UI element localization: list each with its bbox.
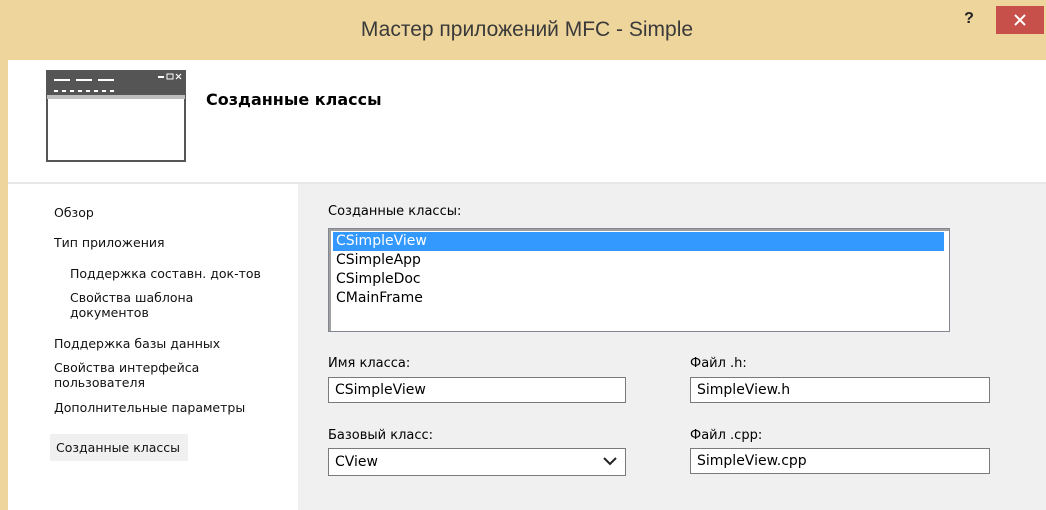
list-item-csimpleview[interactable]: CSimpleView	[333, 232, 944, 251]
window-title: Мастер приложений MFC - Simple	[360, 18, 694, 41]
list-item-csimpledoc[interactable]: CSimpleDoc	[333, 270, 421, 289]
help-button[interactable]: ?	[958, 8, 980, 30]
nav-item-doc-template-properties[interactable]: Свойства шаблона документов	[70, 290, 240, 320]
base-class-label: Базовый класс:	[328, 428, 434, 443]
page-header: Созданные классы	[8, 60, 1046, 182]
sidebar-divider	[298, 184, 306, 510]
nav-item-compound-doc-support[interactable]: Поддержка составн. док-тов	[70, 266, 261, 281]
nav-item-generated-classes[interactable]: Созданные классы	[50, 434, 189, 461]
close-icon	[1014, 14, 1026, 26]
generated-classes-list[interactable]: CSimpleView CSimpleApp CSimpleDoc CMainF…	[328, 228, 950, 332]
title-bar[interactable]: Мастер приложений MFC - Simple ?	[8, 0, 1046, 60]
nav-item-overview[interactable]: Обзор	[54, 205, 94, 220]
class-name-input[interactable]: CSimpleView	[328, 377, 626, 403]
nav-item-ui-features[interactable]: Свойства интерфейса пользователя	[54, 360, 244, 390]
window-frame-left	[0, 0, 8, 510]
class-name-label: Имя класса:	[328, 356, 411, 371]
cpp-file-input[interactable]: SimpleView.cpp	[690, 448, 990, 474]
h-file-input[interactable]: SimpleView.h	[690, 377, 990, 403]
base-class-value: CView	[335, 454, 378, 470]
close-button[interactable]	[996, 6, 1044, 34]
nav-item-application-type[interactable]: Тип приложения	[54, 235, 165, 250]
nav-item-advanced-features[interactable]: Дополнительные параметры	[54, 400, 245, 415]
generated-classes-panel: Созданные классы: CSimpleView CSimpleApp…	[306, 184, 1046, 510]
wizard-navigation: Обзор Тип приложения Поддержка составн. …	[8, 184, 298, 510]
h-file-label: Файл .h:	[690, 356, 747, 371]
list-item-cmainframe[interactable]: CMainFrame	[333, 289, 423, 308]
list-item-csimpleapp[interactable]: CSimpleApp	[333, 251, 421, 270]
cpp-file-label: Файл .cpp:	[690, 428, 763, 443]
chevron-down-icon	[603, 457, 617, 466]
page-title: Созданные классы	[206, 90, 382, 109]
classes-list-label: Созданные классы:	[328, 204, 462, 219]
base-class-select[interactable]: CView	[328, 448, 626, 476]
application-window-icon	[46, 70, 186, 166]
nav-item-database-support[interactable]: Поддержка базы данных	[54, 336, 220, 351]
